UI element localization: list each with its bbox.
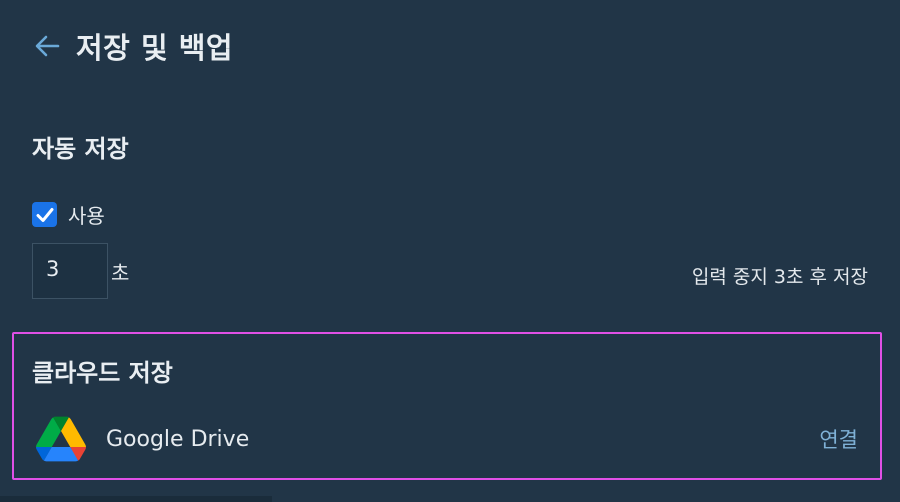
cloud-provider-row: Google Drive 연결 bbox=[36, 414, 858, 464]
page-title: 저장 및 백업 bbox=[76, 31, 234, 65]
back-button[interactable] bbox=[32, 31, 62, 61]
arrow-left-icon bbox=[35, 35, 60, 57]
page-header: 저장 및 백업 bbox=[32, 24, 233, 68]
autosave-enable-checkbox-row[interactable]: 사용 bbox=[32, 200, 105, 229]
checkmark-icon bbox=[36, 207, 53, 222]
cloud-storage-title: 클라우드 저장 bbox=[32, 359, 173, 387]
google-drive-label: Google Drive bbox=[106, 426, 250, 452]
bottom-divider bbox=[0, 496, 272, 502]
autosave-hint-text: 입력 중지 3초 후 저장 bbox=[691, 266, 868, 288]
cloud-storage-section: 클라우드 저장 Google Drive 연결 bbox=[12, 332, 882, 480]
google-drive-icon bbox=[36, 416, 86, 462]
autosave-enable-label: 사용 bbox=[68, 204, 105, 228]
seconds-unit-label: 초 bbox=[111, 260, 130, 285]
autosave-delay-row: 초 bbox=[32, 243, 129, 299]
autosave-seconds-input[interactable] bbox=[32, 243, 108, 299]
settings-page: 저장 및 백업 자동 저장 사용 초 입력 중지 3초 후 저장 클라우드 저장… bbox=[0, 0, 900, 502]
google-drive-connect-link[interactable]: 연결 bbox=[819, 424, 858, 454]
autosave-section-title: 자동 저장 bbox=[32, 135, 129, 163]
autosave-enable-checkbox[interactable] bbox=[32, 202, 57, 227]
